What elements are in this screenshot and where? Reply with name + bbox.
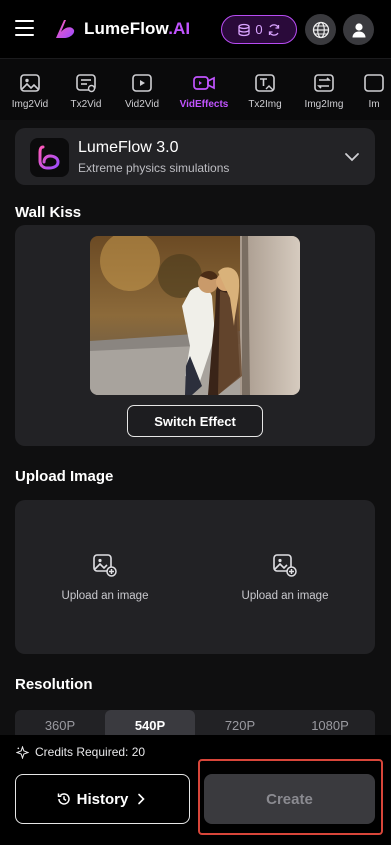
model-selector[interactable]: LumeFlow 3.0 Extreme physics simulations <box>15 128 375 185</box>
model-logo-icon <box>30 138 69 177</box>
upload-label: Upload an image <box>61 590 149 602</box>
upload-title: Upload Image <box>15 468 114 485</box>
tab-label: Img2Img <box>304 99 344 110</box>
tab-vid2vid[interactable]: Vid2Vid <box>114 71 170 110</box>
video-camera-icon <box>193 76 215 90</box>
credits-required-label: Credits Required: 20 <box>35 745 146 759</box>
history-icon <box>57 793 70 805</box>
credits-required: Credits Required: 20 <box>16 745 145 759</box>
app-header: LumeFlow.AI 0 <box>0 0 391 58</box>
upload-label: Upload an image <box>241 590 329 602</box>
tab-label: Tx2Vid <box>70 99 102 110</box>
resolution-option-360p[interactable]: 360P <box>15 710 105 735</box>
image-add-icon <box>273 554 297 577</box>
resolution-option-540p[interactable]: 540P <box>105 710 195 735</box>
resolution-title: Resolution <box>15 676 93 693</box>
resolution-option-1080p[interactable]: 1080P <box>285 710 375 735</box>
switch-effect-button[interactable]: Switch Effect <box>127 405 263 437</box>
resolution-option-720p[interactable]: 720P <box>195 710 285 735</box>
tab-img2vid[interactable]: Img2Vid <box>2 71 58 110</box>
tab-label: Img2Vid <box>11 99 49 110</box>
tab-tx2vid[interactable]: Tx2Vid <box>58 71 114 110</box>
action-footer: Credits Required: 20 History Create <box>0 735 391 845</box>
effect-title: Wall Kiss <box>15 204 82 221</box>
tab-img2img[interactable]: Img2Img <box>296 71 352 110</box>
chevron-right-icon <box>138 793 145 805</box>
model-description: Extreme physics simulations <box>78 161 230 175</box>
history-label: History <box>76 790 129 808</box>
globe-icon[interactable] <box>305 14 336 45</box>
video-play-icon <box>132 74 152 92</box>
effect-preview-card: Switch Effect <box>15 225 375 446</box>
tab-label: Tx2Img <box>248 99 282 110</box>
chevron-down-icon <box>345 153 359 162</box>
text-video-icon <box>76 74 96 93</box>
menu-icon[interactable] <box>14 17 36 39</box>
user-icon[interactable] <box>343 14 374 45</box>
model-name: LumeFlow 3.0 <box>78 139 179 156</box>
image-icon <box>20 74 40 92</box>
credits-button[interactable]: 0 <box>221 15 297 44</box>
credits-count: 0 <box>255 22 263 37</box>
create-button[interactable]: Create <box>204 774 375 824</box>
image-add-icon <box>93 554 117 577</box>
upload-area: Upload an image Upload an image <box>15 500 375 654</box>
tab-label: VidEffects <box>179 99 229 110</box>
refresh-icon <box>268 23 279 36</box>
history-button[interactable]: History <box>15 774 190 824</box>
tab-overflow[interactable]: Im <box>354 71 391 110</box>
brand-name[interactable]: LumeFlow.AI <box>84 19 190 39</box>
mode-tabs: Img2Vid Tx2Vid Vid2Vid VidEffects Tx2Img… <box>0 58 391 120</box>
text-image-icon <box>255 74 275 92</box>
upload-slot-1[interactable]: Upload an image <box>15 500 195 654</box>
coin-stack-icon <box>238 23 251 36</box>
image-icon <box>364 74 384 92</box>
logo-icon <box>52 16 78 42</box>
resolution-selector: 360P 540P 720P 1080P <box>15 710 375 735</box>
tab-tx2img[interactable]: Tx2Img <box>237 71 293 110</box>
tab-label: Im <box>368 99 380 110</box>
image-swap-icon <box>314 74 334 92</box>
tab-label: Vid2Vid <box>124 99 160 110</box>
main-content: LumeFlow 3.0 Extreme physics simulations… <box>0 120 391 735</box>
upload-slot-2[interactable]: Upload an image <box>195 500 375 654</box>
sparkle-icon <box>16 745 29 759</box>
effect-preview-image <box>90 236 300 395</box>
tab-videffects[interactable]: VidEffects <box>176 71 232 110</box>
